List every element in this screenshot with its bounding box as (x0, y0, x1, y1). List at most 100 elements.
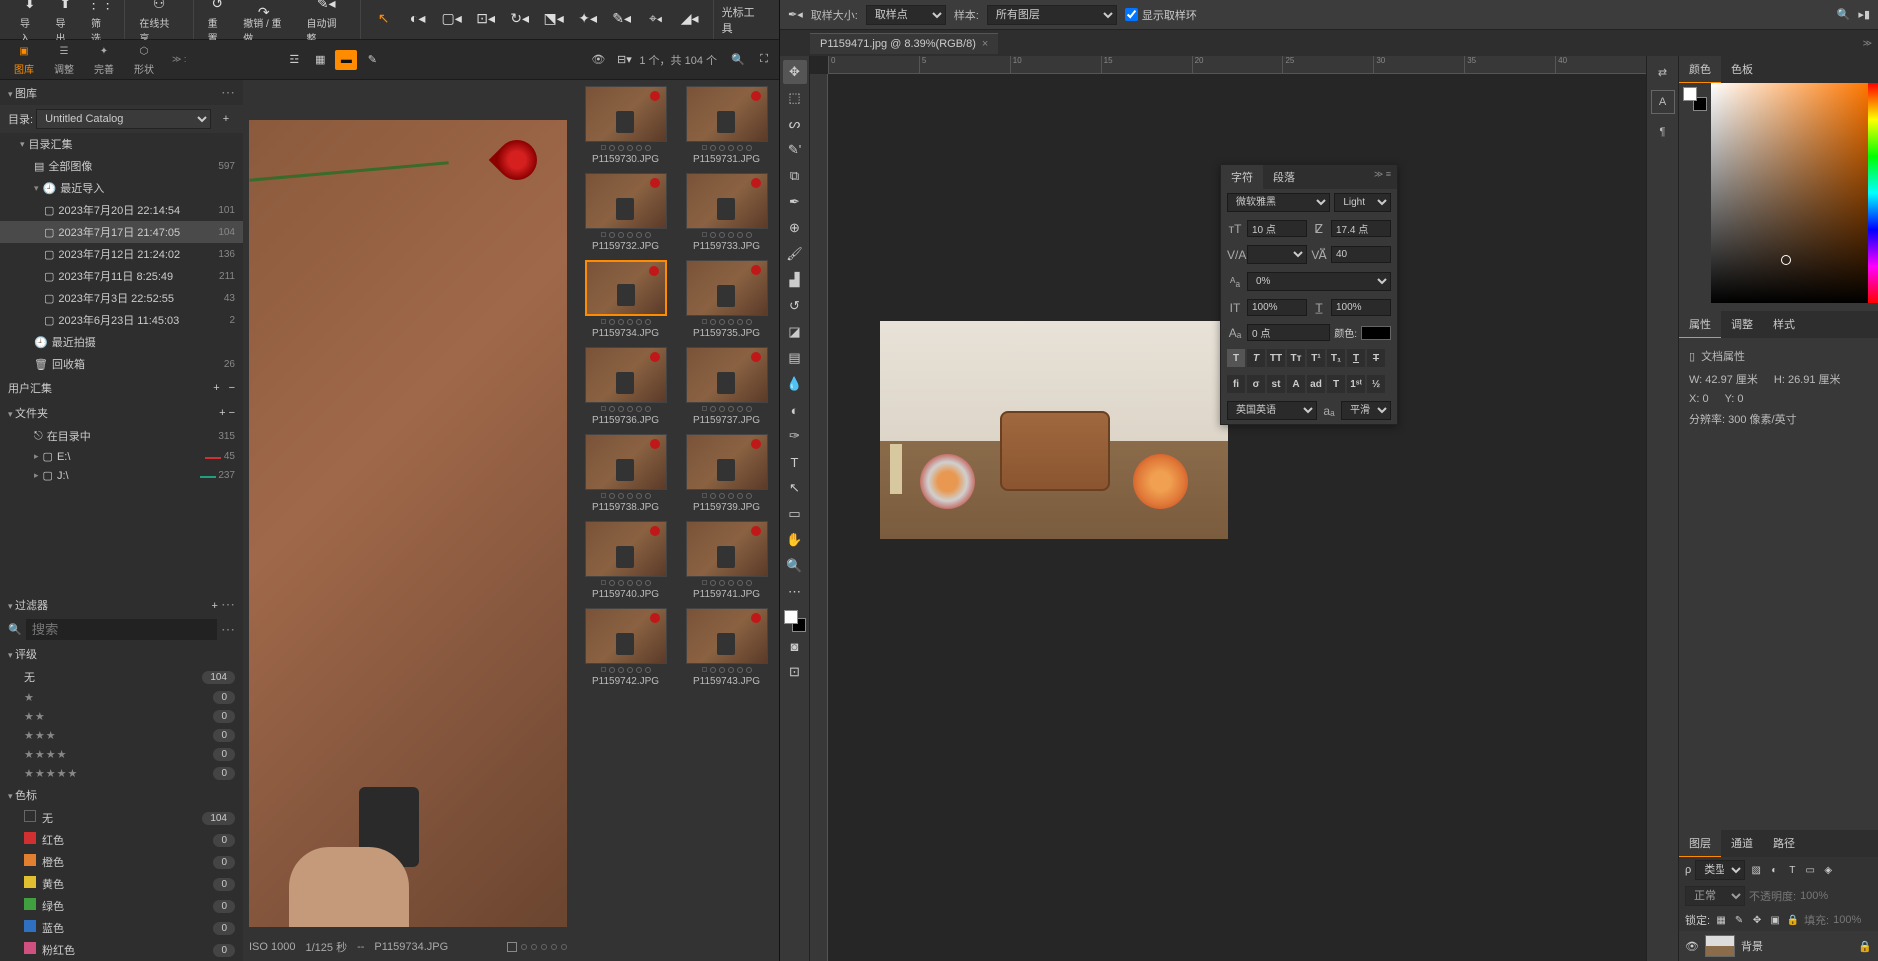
shift-input[interactable] (1247, 324, 1330, 341)
layer-thumbnail[interactable] (1705, 935, 1735, 957)
rating-5[interactable]: ★★★★★0 (0, 764, 243, 783)
color-filter-row[interactable]: 粉红色0 (0, 939, 243, 961)
dodge-tool[interactable]: ◐ (783, 398, 807, 422)
character-panel[interactable]: 字符 段落 ≫ ≡ 微软雅黑 Light ᴛT ⵇ V/A VA⃡ (1220, 164, 1398, 425)
strike-button[interactable]: T (1367, 349, 1385, 367)
catalog-select[interactable]: Untitled Catalog (36, 109, 211, 129)
rating-1[interactable]: ★0 (0, 688, 243, 707)
gradient-tool[interactable]: ▤ (783, 346, 807, 370)
filter-pixel[interactable]: ▧ (1749, 863, 1763, 877)
font-weight-select[interactable]: Light (1334, 193, 1391, 212)
style-tab[interactable]: 样式 (1763, 311, 1805, 338)
lock-pos[interactable]: ✥ (1750, 913, 1764, 927)
thumbnail-cell[interactable]: P1159735.JPG (680, 260, 773, 339)
view-picker[interactable]: ✎ (361, 50, 383, 70)
view-mode-btn[interactable]: ⊟▾ (613, 50, 635, 70)
rating-3[interactable]: ★★★0 (0, 726, 243, 745)
thumbnail-cell[interactable]: P1159742.JPG (579, 608, 672, 687)
cursor-arrow-tool[interactable]: ↖ (369, 8, 399, 32)
show-ring-checkbox[interactable]: 显示取样环 (1125, 7, 1197, 23)
document-image[interactable] (880, 321, 1228, 539)
all-images-row[interactable]: ▤全部图像 597 (0, 155, 243, 177)
thumbnail-cell[interactable]: P1159733.JPG (680, 173, 773, 252)
thumbnail-cell[interactable]: P1159739.JPG (680, 434, 773, 513)
recent-shoot-row[interactable]: 🕘最近拍摄 (0, 331, 243, 353)
filter-type[interactable]: T (1785, 863, 1799, 877)
tab-library[interactable]: ▣图库 (4, 39, 44, 80)
edit-toolbar[interactable]: ⋯ (783, 580, 807, 604)
char-panel-menu[interactable]: ≫ ≡ (1368, 165, 1397, 189)
drive-j-row[interactable]: ▸▢J:\ 237 (0, 466, 243, 485)
thumbnail-cell[interactable]: P1159740.JPG (579, 521, 672, 600)
color-filter-row[interactable]: 黄色0 (0, 873, 243, 895)
lock-trans[interactable]: ▦ (1714, 913, 1728, 927)
italic-button[interactable]: T (1247, 349, 1265, 367)
doc-tab-overflow[interactable]: ≫ (1857, 38, 1878, 49)
tabs-overflow[interactable]: ≫ : (172, 54, 186, 65)
marquee-tool[interactable]: ⬚ (783, 86, 807, 110)
lasso-tool[interactable]: ᔕ (783, 112, 807, 136)
thumbnail-cell[interactable]: P1159736.JPG (579, 347, 672, 426)
color-filter-row[interactable]: 橙色0 (0, 851, 243, 873)
cursor-tool-9[interactable]: ⌖◂ (641, 8, 671, 32)
kerning-select[interactable] (1247, 245, 1307, 264)
ot-1st[interactable]: 1ˢᵗ (1347, 375, 1365, 393)
hand-tool[interactable]: ✋ (783, 528, 807, 552)
editor-panel-toggle[interactable]: ▸▮ (1858, 8, 1870, 21)
drive-e-row[interactable]: ▸▢E:\ 45 (0, 447, 243, 466)
thumbnail-cell[interactable]: P1159737.JPG (680, 347, 773, 426)
color-picker[interactable] (1711, 83, 1868, 303)
add-set[interactable]: + (208, 379, 226, 397)
caps-button[interactable]: TT (1267, 349, 1285, 367)
color-filter-row[interactable]: 红色0 (0, 829, 243, 851)
add-catalog-button[interactable]: + (217, 110, 235, 128)
folders-header[interactable]: 文件夹 + − (0, 401, 243, 425)
ot-A[interactable]: A (1287, 375, 1305, 393)
ot-st[interactable]: st (1267, 375, 1285, 393)
props-tab[interactable]: 属性 (1679, 311, 1721, 338)
tab-refine[interactable]: ✦完善 (84, 39, 124, 80)
add-filter[interactable]: + (212, 600, 218, 612)
smallcaps-button[interactable]: Tᴛ (1287, 349, 1305, 367)
search-menu[interactable]: ⋯ (221, 621, 235, 638)
remove-folder[interactable]: − (229, 407, 235, 419)
session-row[interactable]: ▢2023年7月17日 21:47:05104 (0, 221, 243, 243)
scale-v-input[interactable] (1331, 299, 1391, 316)
cursor-tool-6[interactable]: ⬔◂ (539, 8, 569, 32)
tracking-input[interactable] (1331, 246, 1391, 263)
ot-sigma[interactable]: σ (1247, 375, 1265, 393)
ot-half[interactable]: ½ (1367, 375, 1385, 393)
lock-pixel[interactable]: ✎ (1732, 913, 1746, 927)
color-filter-row[interactable]: 无104 (0, 807, 243, 829)
paths-tab[interactable]: 路径 (1763, 830, 1805, 857)
char-tab[interactable]: 字符 (1221, 165, 1263, 189)
swatch-tab[interactable]: 色板 (1721, 56, 1763, 83)
thumbnail-cell[interactable]: P1159734.JPG (579, 260, 672, 339)
para-tab[interactable]: 段落 (1263, 165, 1305, 189)
move-tool[interactable]: ✥ (783, 60, 807, 84)
quick-mask[interactable]: ◙ (783, 634, 807, 658)
ot-fi[interactable]: fi (1227, 375, 1245, 393)
color-filter-row[interactable]: 蓝色0 (0, 917, 243, 939)
document-tab[interactable]: P1159471.jpg @ 8.39%(RGB/8) × (810, 33, 998, 54)
shape-tool[interactable]: ▭ (783, 502, 807, 526)
session-row[interactable]: ▢2023年7月12日 21:24:02136 (0, 243, 243, 265)
rating-none[interactable]: 无104 (0, 666, 243, 688)
tab-adjust[interactable]: ☰调整 (44, 39, 84, 80)
close-tab-icon[interactable]: × (982, 38, 988, 50)
collections-header[interactable]: 目录汇集 (0, 133, 243, 155)
thumbnail-cell[interactable]: P1159731.JPG (680, 86, 773, 165)
thumbnail-cell[interactable]: P1159730.JPG (579, 86, 672, 165)
cursor-tool-5[interactable]: ↻◂ (505, 8, 535, 32)
visibility-toggle[interactable]: 👁 (1685, 940, 1699, 953)
lang-select[interactable]: 英国英语 (1227, 401, 1317, 420)
hue-slider[interactable] (1868, 83, 1878, 303)
layer-background[interactable]: 👁 背景 🔒 (1679, 931, 1878, 961)
superscript-button[interactable]: T¹ (1307, 349, 1325, 367)
bold-button[interactable]: T (1227, 349, 1245, 367)
heal-tool[interactable]: ⊕ (783, 216, 807, 240)
zoom-tool[interactable]: 🔍 (783, 554, 807, 578)
mini-type[interactable]: A (1651, 90, 1675, 114)
rating-4[interactable]: ★★★★0 (0, 745, 243, 764)
thumbnail-cell[interactable]: P1159738.JPG (579, 434, 672, 513)
